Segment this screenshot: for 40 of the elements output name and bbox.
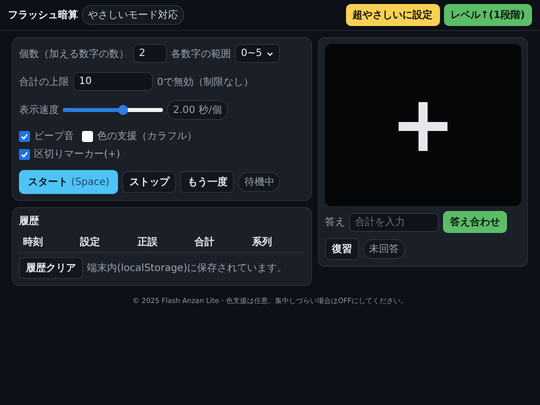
clear-history-button[interactable]: 履歴クリア bbox=[19, 257, 83, 279]
speed-slider[interactable] bbox=[63, 108, 163, 112]
history-title: 履歴 bbox=[19, 214, 40, 228]
limit-hint: 0で無効（制限なし） bbox=[157, 76, 254, 88]
column-header: 合計 bbox=[194, 236, 216, 249]
control-button[interactable]: ストップ bbox=[122, 171, 176, 193]
column-header: 系列 bbox=[250, 236, 273, 249]
speed-reading: 2.00 秒/個 bbox=[167, 100, 228, 120]
control-button[interactable]: スタート (Space) bbox=[19, 170, 118, 194]
check-answer-button[interactable]: 答え合わせ bbox=[443, 211, 507, 233]
mode-badge: やさしいモード対応 bbox=[82, 5, 184, 25]
checkbox-label: ビープ音 bbox=[34, 130, 74, 143]
limit-label: 合計の上限 bbox=[19, 76, 69, 88]
checkbox[interactable] bbox=[19, 130, 30, 142]
slider-thumb[interactable] bbox=[118, 105, 128, 115]
checkbox[interactable] bbox=[82, 130, 93, 142]
limit-field[interactable]: 10 bbox=[73, 72, 153, 91]
checkbox-label: 区切りマーカー(+) bbox=[34, 148, 120, 161]
answer-field[interactable]: 合計を入力 bbox=[349, 212, 439, 232]
result-badge: 未回答 bbox=[363, 239, 405, 259]
flash-number: + bbox=[390, 86, 456, 164]
checkbox[interactable] bbox=[19, 148, 30, 160]
checkbox-label: 色の支援（カラフル） bbox=[97, 130, 197, 143]
speed-label: 表示速度 bbox=[19, 104, 59, 117]
status-badge: 待機中 bbox=[238, 172, 280, 192]
count-label: 個数（加える数字の数） bbox=[19, 48, 129, 60]
header-button[interactable]: レベル↑(1段階) bbox=[444, 4, 532, 26]
control-button[interactable]: もう一度 bbox=[180, 171, 234, 193]
app-title: フラッシュ暗算 bbox=[8, 8, 78, 22]
review-button[interactable]: 復習 bbox=[325, 238, 359, 260]
answer-label: 答え bbox=[325, 216, 345, 229]
header-button[interactable]: 超やさしいに設定 bbox=[346, 4, 440, 26]
column-header: 設定 bbox=[78, 235, 102, 249]
storage-note: 端末内(localStorage)に保存されています。 bbox=[87, 262, 288, 275]
range-label: 各数字の範囲 bbox=[171, 48, 231, 60]
count-field[interactable]: 2 bbox=[133, 44, 167, 63]
range-dropdown[interactable]: 0~5 bbox=[235, 44, 280, 63]
column-header: 時刻 bbox=[22, 236, 44, 249]
caret-icon bbox=[266, 50, 274, 58]
column-header: 正誤 bbox=[136, 236, 158, 249]
